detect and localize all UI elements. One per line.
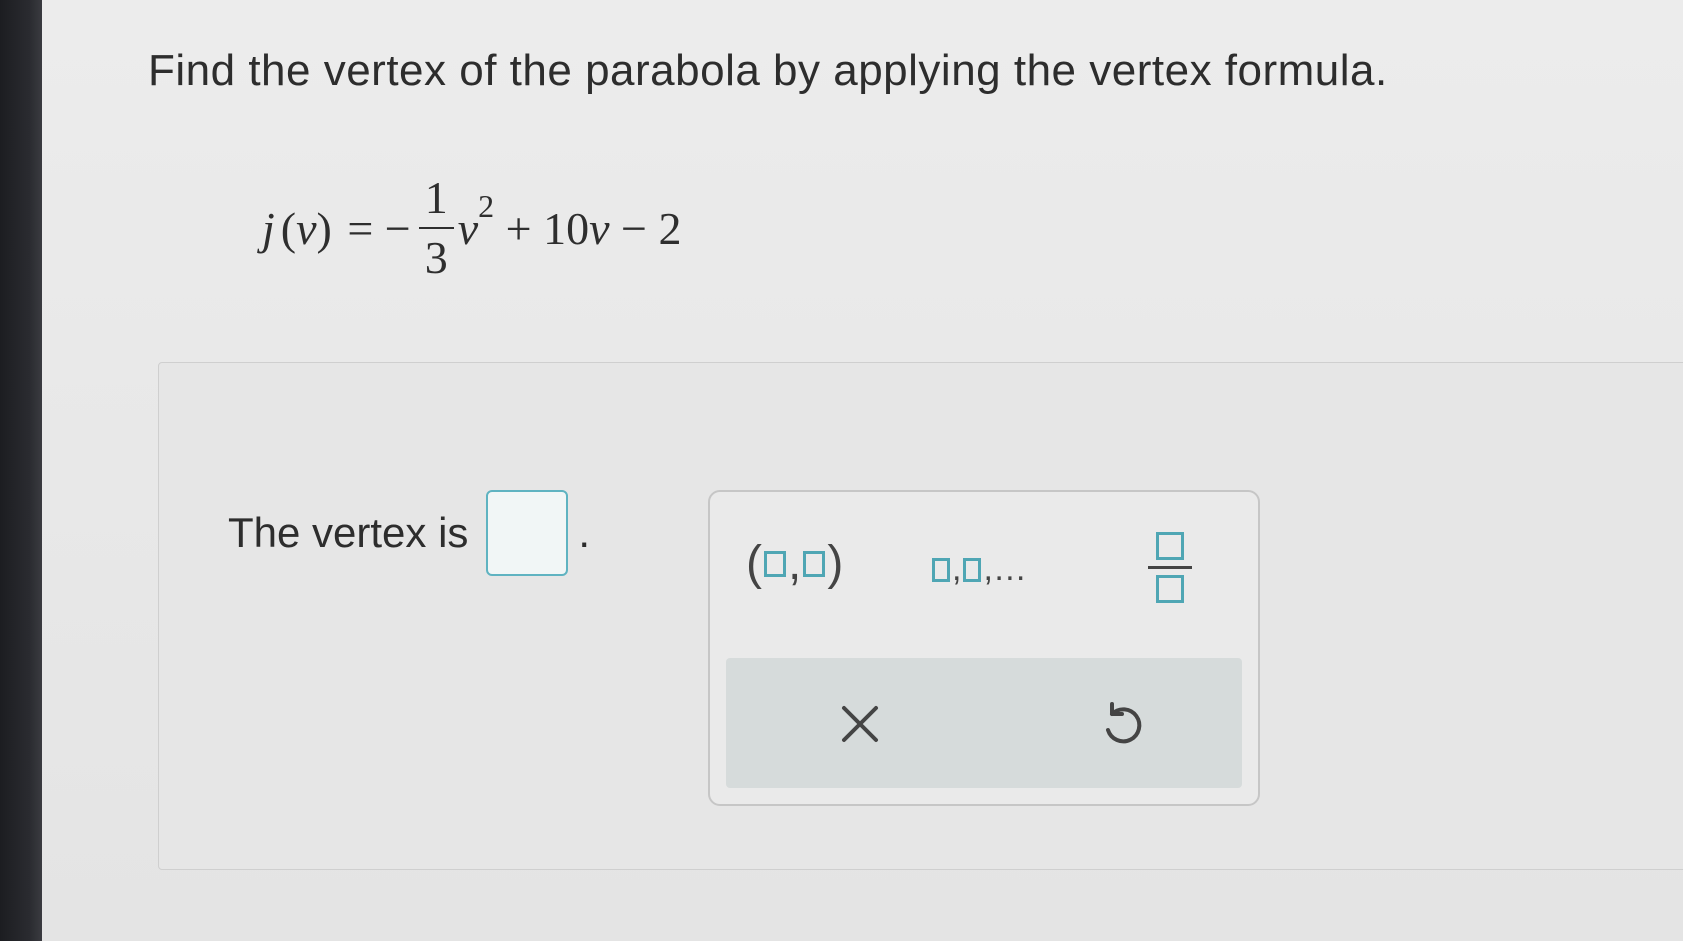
math-palette: ( , ) , , …	[708, 490, 1260, 806]
placeholder-box-icon	[963, 557, 982, 582]
variable: v	[589, 202, 610, 254]
question-prompt: Find the vertex of the parabola by apply…	[148, 46, 1388, 95]
paren-open: (	[746, 537, 762, 590]
device-bezel	[0, 0, 42, 941]
coefficient-fraction: 1 3	[418, 172, 454, 281]
exponent: 2	[478, 187, 495, 224]
placeholder-box-icon	[1156, 575, 1184, 603]
close-icon	[842, 706, 878, 742]
constant-term: − 2	[609, 202, 682, 254]
fraction-button[interactable]	[1148, 532, 1192, 603]
linear-term-coefficient: + 10	[494, 202, 590, 254]
placeholder-box-icon	[763, 550, 786, 577]
function-name: j	[262, 202, 275, 254]
undo-icon	[1106, 702, 1142, 744]
placeholder-box-icon	[932, 557, 950, 582]
fraction-denominator: 3	[418, 227, 454, 281]
comma: ,	[952, 550, 962, 588]
placeholder-box-icon	[1156, 532, 1184, 560]
undo-button[interactable]	[1092, 694, 1152, 754]
ordered-pair-button[interactable]: ( , )	[746, 536, 843, 591]
variable: v	[457, 202, 479, 254]
list-button[interactable]: , , …	[930, 550, 1027, 589]
equals-sign: = −	[335, 202, 411, 254]
fraction-bar	[1148, 566, 1192, 569]
placeholder-box-icon	[803, 550, 826, 577]
paren-close: )	[316, 202, 332, 254]
paren-open: (	[280, 202, 297, 254]
comma: ,	[983, 550, 993, 588]
clear-button[interactable]	[830, 694, 890, 754]
vertex-answer-input[interactable]	[486, 490, 569, 576]
answer-label: The vertex is	[228, 509, 469, 556]
ellipsis: …	[992, 550, 1027, 588]
answer-row: The vertex is .	[228, 490, 590, 576]
palette-action-bar	[726, 658, 1242, 788]
paren-close: )	[827, 537, 844, 590]
function-equation: j ( v ) = − 1 3 v 2 + 10 v − 2	[262, 168, 682, 288]
variable: v	[296, 202, 317, 254]
comma: ,	[787, 537, 802, 590]
answer-period: .	[578, 509, 591, 556]
fraction-numerator: 1	[424, 172, 448, 223]
